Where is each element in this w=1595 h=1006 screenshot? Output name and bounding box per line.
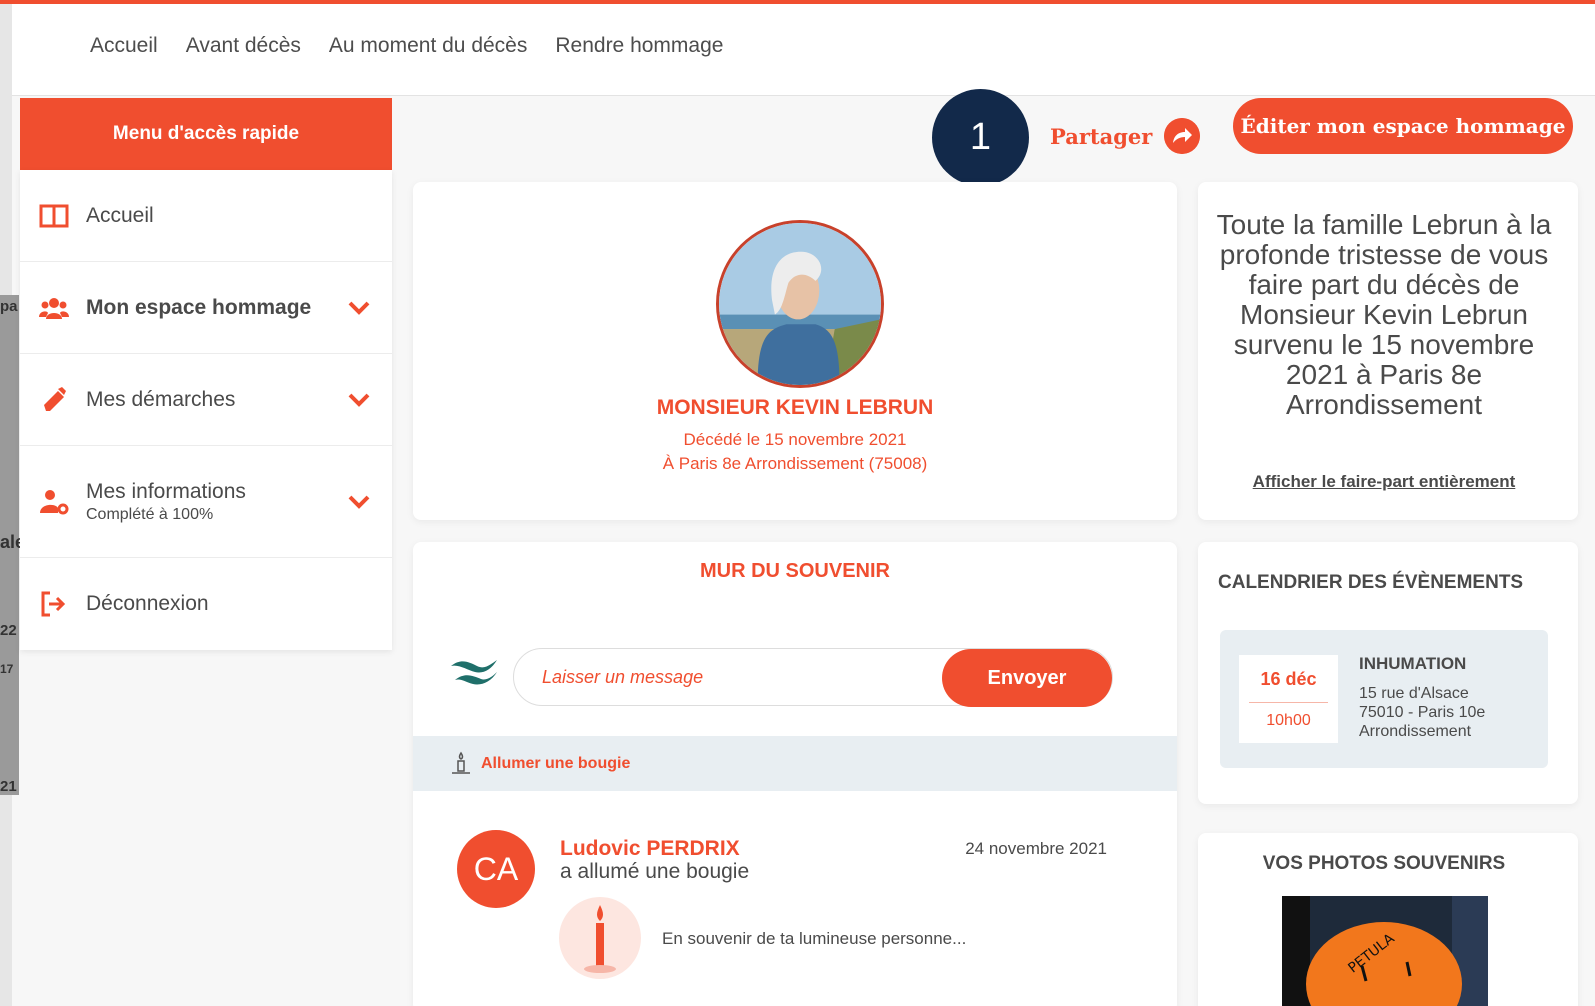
event-address-line: 75010 - Paris 10e	[1359, 704, 1486, 721]
event-item[interactable]: 16 déc 10h00 INHUMATION 15 rue d'Alsace …	[1220, 630, 1548, 768]
background-fragment-text: 22	[0, 622, 17, 639]
share-arrow-icon	[1164, 118, 1201, 154]
avatar: CA	[457, 830, 535, 908]
background-fragment-text: pa	[0, 298, 18, 315]
nav-avant-deces[interactable]: Avant décès	[186, 34, 301, 58]
sidebar-item-label: Mon espace hommage	[86, 295, 312, 319]
sidebar-item-mes-informations[interactable]: Mes informations Complété à 100%	[20, 446, 392, 558]
nav-au-moment-du-deces[interactable]: Au moment du décès	[329, 34, 527, 58]
sidebar-item-mon-espace-hommage[interactable]: Mon espace hommage	[20, 262, 392, 354]
nav-rendre-hommage[interactable]: Rendre hommage	[555, 34, 723, 58]
profile-completion-text: Complété à 100%	[86, 505, 214, 523]
top-header: Accueil Avant décès Au moment du décès R…	[12, 4, 1595, 96]
sidebar-item-label: Mes démarches	[86, 387, 236, 411]
pen-icon	[44, 386, 66, 411]
deceased-profile-card: MONSIEUR KEVIN LEBRUN Décédé le 15 novem…	[413, 182, 1177, 520]
deceased-name: MONSIEUR KEVIN LEBRUN	[656, 396, 934, 419]
event-address-line: 15 rue d'Alsace	[1359, 685, 1469, 702]
event-type: INHUMATION	[1359, 654, 1467, 673]
share-label: Partager	[1050, 123, 1153, 149]
memory-photos-card: VOS PHOTOS SOUVENIRS PETULA	[1198, 833, 1578, 1006]
chevron-down-icon[interactable]	[348, 393, 370, 407]
sidebar-item-label: Mes informations	[86, 479, 246, 503]
memorial-wall-title: MUR DU SOUVENIR	[699, 560, 890, 582]
quick-access-menu-header: Menu d'accès rapide	[20, 98, 392, 170]
memory-photos-title: VOS PHOTOS SOUVENIRS	[1262, 853, 1506, 874]
sidebar-item-mes-demarches[interactable]: Mes démarches	[20, 354, 392, 446]
chevron-down-icon[interactable]	[348, 495, 370, 509]
sidebar-item-accueil[interactable]: Accueil	[20, 170, 392, 262]
memory-photo[interactable]: PETULA	[1282, 896, 1488, 1006]
sidebar-item-label: Déconnexion	[86, 592, 209, 615]
main-nav: Accueil Avant décès Au moment du décès R…	[90, 34, 723, 58]
quick-access-menu: Accueil Mon espace hommage Mes démarches	[20, 170, 392, 650]
users-icon	[39, 297, 69, 319]
post-author[interactable]: Ludovic PERDRIX	[560, 837, 740, 861]
candle-icon	[452, 751, 470, 774]
send-message-button[interactable]: Envoyer	[942, 649, 1112, 707]
nav-accueil[interactable]: Accueil	[90, 34, 158, 58]
edit-tribute-space-button[interactable]: Éditer mon espace hommage	[1233, 98, 1573, 154]
death-date: Décédé le 15 novembre 2021	[683, 430, 907, 449]
chevron-down-icon[interactable]	[348, 301, 370, 315]
layout-icon	[39, 204, 69, 227]
logout-icon	[41, 591, 66, 617]
background-fragment-text: 17	[0, 662, 14, 676]
death-notice-card: Toute la famille Lebrun à la profonde tr…	[1198, 182, 1578, 520]
deceased-photo	[716, 220, 884, 388]
event-address-line: Arrondissement	[1359, 723, 1472, 740]
divider	[1249, 702, 1328, 703]
event-time: 10h00	[1266, 712, 1311, 729]
step-number-badge: 1	[932, 89, 1029, 186]
background-fragment-text: 21	[0, 778, 17, 795]
death-notice-text: Toute la famille Lebrun à la profonde tr…	[1216, 209, 1552, 420]
event-day: 16 déc	[1260, 669, 1317, 689]
death-place: À Paris 8e Arrondissement (75008)	[662, 454, 928, 473]
share-button[interactable]: Partager	[1050, 118, 1201, 154]
light-candle-label: Allumer une bougie	[481, 754, 631, 772]
post-date: 24 novembre 2021	[965, 839, 1107, 858]
memorial-wall-card: MUR DU SOUVENIR Envoyer Allumer une boug…	[413, 542, 1177, 1006]
user-gear-icon	[40, 489, 69, 514]
light-candle-button[interactable]: Allumer une bougie	[413, 736, 1177, 791]
event-address: 15 rue d'Alsace 75010 - Paris 10e Arrond…	[1359, 684, 1485, 741]
sidebar-item-deconnexion[interactable]: Déconnexion	[20, 558, 392, 650]
events-calendar-card: CALENDRIER DES ÉVÈNEMENTS 16 déc 10h00 I…	[1198, 542, 1578, 804]
message-form: Envoyer	[513, 648, 1113, 707]
lit-candle-icon	[559, 897, 641, 979]
events-calendar-title: CALENDRIER DES ÉVÈNEMENTS	[1218, 572, 1524, 593]
post-message: En souvenir de ta lumineuse personne...	[662, 929, 967, 948]
post-action: a allumé une bougie	[560, 860, 750, 883]
show-full-notice-link[interactable]: Afficher le faire-part entièrement	[1198, 472, 1570, 492]
sidebar-item-label: Accueil	[86, 203, 154, 227]
message-input[interactable]	[542, 663, 922, 691]
event-date-box: 16 déc 10h00	[1239, 655, 1338, 743]
bird-logo-icon	[451, 660, 497, 685]
